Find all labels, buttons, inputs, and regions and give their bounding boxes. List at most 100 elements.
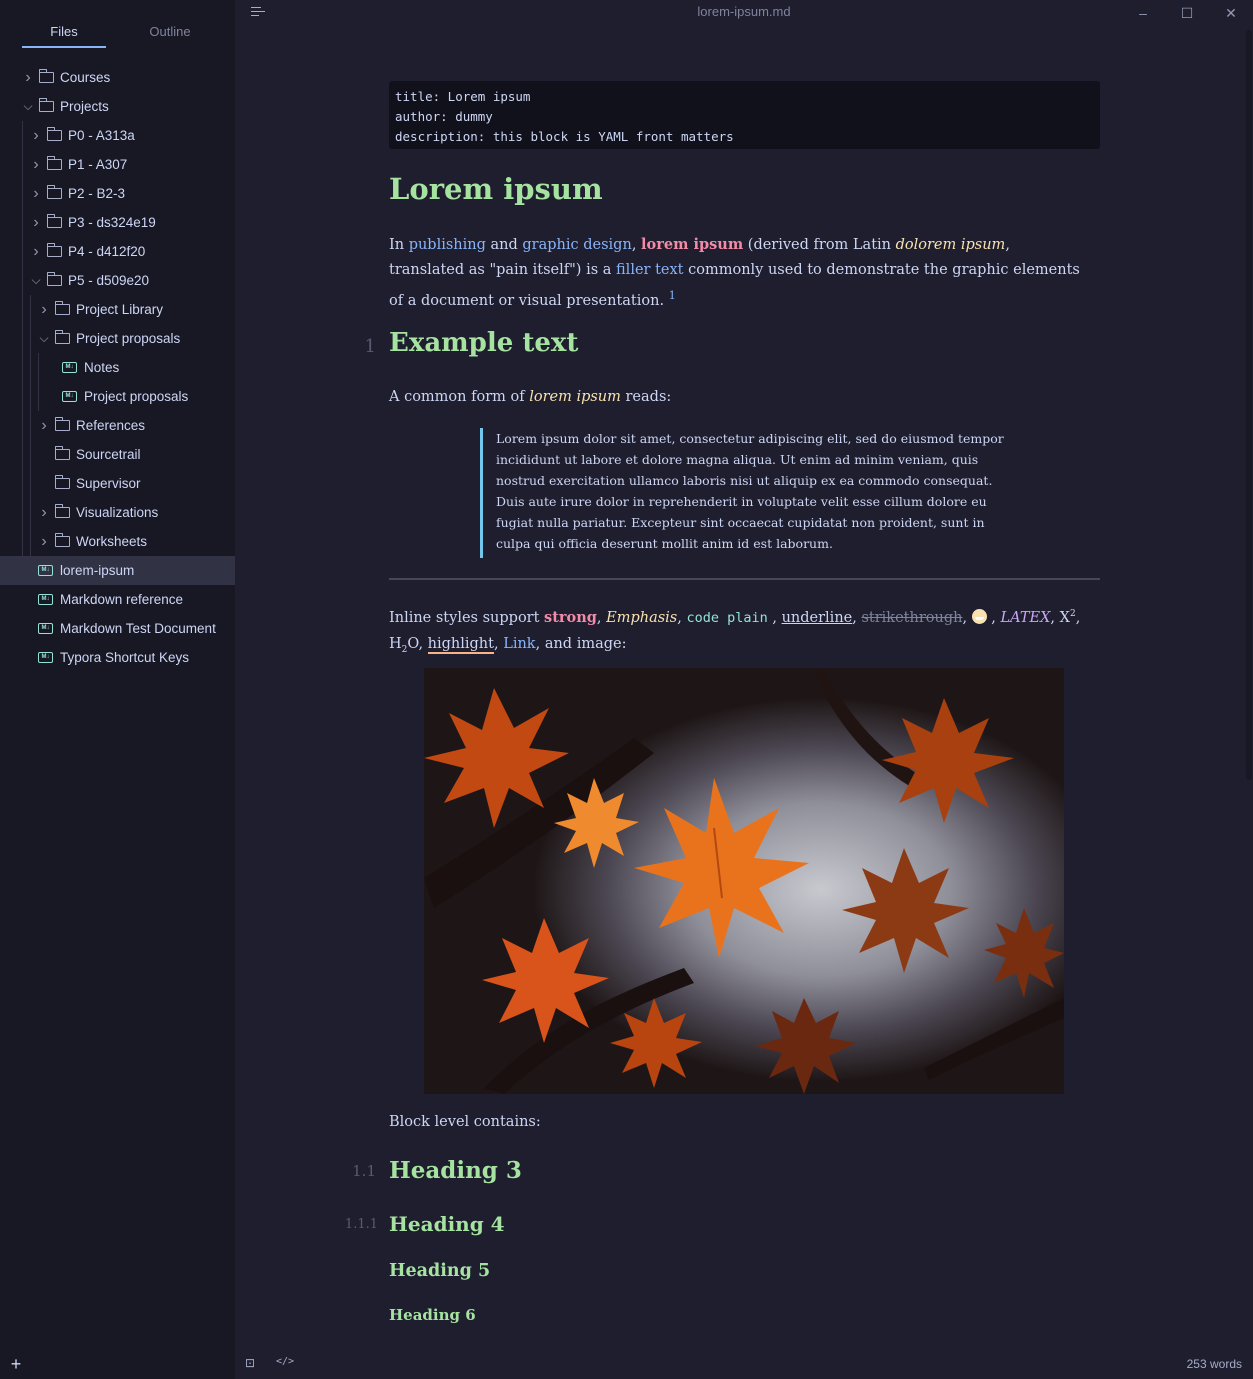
tree-item-label: Courses <box>60 70 111 85</box>
tree-item-label: P3 - ds324e19 <box>68 215 156 230</box>
chevron-right-icon[interactable]: › <box>22 63 34 92</box>
chevron-right-icon[interactable]: › <box>30 208 42 237</box>
tree-item-label: Project proposals <box>84 389 189 404</box>
tree-item-label: P2 - B2-3 <box>68 186 126 201</box>
heading-2[interactable]: Example text <box>389 328 578 358</box>
folder-icon <box>46 243 62 257</box>
tree-item-label: Sourcetrail <box>76 447 141 462</box>
tree-folder[interactable]: ⌵ Projects <box>0 92 235 121</box>
emphasis-text: Emphasis <box>606 609 678 626</box>
source-code-icon[interactable]: </> <box>276 1356 294 1370</box>
common-form-paragraph[interactable]: A common form of lorem ipsum reads: <box>389 385 1089 410</box>
folder-icon <box>46 127 62 141</box>
heading-4[interactable]: Heading 4 <box>389 1212 505 1236</box>
maple-leaves-illustration <box>424 668 1064 1094</box>
add-file-button[interactable]: + <box>9 1354 23 1374</box>
indent-guide <box>38 353 39 411</box>
link-graphic-design[interactable]: graphic design <box>522 237 631 253</box>
sidebar-toggle-icon[interactable]: ⊡ <box>245 1356 261 1370</box>
highlight-text: highlight <box>427 635 494 654</box>
heading-3[interactable]: Heading 3 <box>389 1157 522 1184</box>
file-tree: › Courses ⌵ Projects › P0 - A313a › P1 - A307 › P… <box>0 63 235 672</box>
inline-styles-paragraph[interactable]: Inline styles support strong, Emphasis, … <box>389 601 1100 663</box>
tree-folder[interactable]: ⌵ P5 - d509e20 <box>0 266 235 295</box>
chevron-right-icon[interactable]: › <box>38 295 50 324</box>
tree-item-label: Markdown Test Document <box>60 621 216 636</box>
window-title: lorem-ipsum.md <box>697 4 791 19</box>
tab-files[interactable]: Files <box>22 18 106 48</box>
tree-folder[interactable]: › P1 - A307 <box>0 150 235 179</box>
tree-folder[interactable]: Supervisor <box>0 469 235 498</box>
tree-folder[interactable]: Sourcetrail <box>0 440 235 469</box>
tree-file[interactable]: M↓ Typora Shortcut Keys <box>0 643 235 672</box>
tree-folder[interactable]: › Visualizations <box>0 498 235 527</box>
tree-folder[interactable]: › References <box>0 411 235 440</box>
tab-outline[interactable]: Outline <box>128 18 212 48</box>
heading-5[interactable]: Heading 5 <box>389 1261 490 1281</box>
tree-file[interactable]: M↓ Markdown reference <box>0 585 235 614</box>
markdown-file-icon: M↓ <box>62 391 77 402</box>
chevron-right-icon[interactable]: › <box>30 121 42 150</box>
heading-6[interactable]: Heading 6 <box>389 1306 476 1324</box>
link-publishing[interactable]: publishing <box>409 237 486 253</box>
minimize-button[interactable]: – <box>1131 2 1155 24</box>
text: and <box>485 237 523 253</box>
autumn-leaves-image[interactable] <box>424 668 1064 1094</box>
tree-item-label: P4 - d412f20 <box>68 244 146 259</box>
tree-item-label: Visualizations <box>76 505 159 520</box>
tree-folder[interactable]: ⌵ Project proposals <box>0 324 235 353</box>
tree-folder[interactable]: › Project Library <box>0 295 235 324</box>
tree-item-label: lorem-ipsum <box>60 563 135 578</box>
chevron-down-icon[interactable]: ⌵ <box>30 266 42 295</box>
tree-folder[interactable]: › P0 - A313a <box>0 121 235 150</box>
tree-folder[interactable]: › P3 - ds324e19 <box>0 208 235 237</box>
underline-text: underline <box>781 609 853 626</box>
tree-folder[interactable]: › Courses <box>0 63 235 92</box>
heading-1[interactable]: Lorem ipsum <box>389 172 603 206</box>
chevron-right-icon[interactable]: › <box>38 498 50 527</box>
tree-folder[interactable]: › Worksheets <box>0 527 235 556</box>
intro-paragraph[interactable]: In publishing and graphic design, lorem … <box>389 232 1089 314</box>
yaml-line: author: dummy <box>395 109 493 124</box>
chevron-right-icon[interactable]: › <box>38 411 50 440</box>
footnote-ref[interactable]: 1 <box>669 289 676 302</box>
tree-folder[interactable]: › P4 - d412f20 <box>0 237 235 266</box>
chevron-right-icon[interactable]: › <box>30 150 42 179</box>
chevron-right-icon[interactable]: › <box>38 527 50 556</box>
tree-item-label: Supervisor <box>76 476 141 491</box>
blockquote-text: Lorem ipsum dolor sit amet, consectetur … <box>496 431 1004 551</box>
folder-icon <box>54 417 70 431</box>
chevron-right-icon[interactable]: › <box>30 237 42 266</box>
block-level-paragraph[interactable]: Block level contains: <box>389 1110 1089 1135</box>
tree-item-label: P0 - A313a <box>68 128 135 143</box>
chevron-down-icon[interactable]: ⌵ <box>38 324 50 353</box>
menu-icon[interactable] <box>251 6 265 18</box>
folder-icon <box>54 301 70 315</box>
grinning-emoji-icon <box>971 608 987 624</box>
tree-file[interactable]: M↓ Notes <box>0 353 235 382</box>
tree-item-label: Project Library <box>76 302 164 317</box>
close-button[interactable]: ✕ <box>1219 2 1243 24</box>
markdown-file-icon: M↓ <box>38 623 53 634</box>
text: reads: <box>620 389 672 405</box>
tree-file[interactable]: M↓ lorem-ipsum <box>0 556 235 585</box>
scrollbar[interactable] <box>1246 30 1252 780</box>
blockquote[interactable]: Lorem ipsum dolor sit amet, consectetur … <box>480 428 1010 558</box>
link-filler-text[interactable]: filler text <box>616 262 683 278</box>
word-count[interactable]: 253 words <box>1180 1357 1242 1371</box>
tree-file[interactable]: M↓ Markdown Test Document <box>0 614 235 643</box>
folder-icon <box>54 446 70 460</box>
text: H <box>389 635 402 652</box>
text: (derived from Latin <box>743 237 896 253</box>
folder-icon <box>54 504 70 518</box>
text: , and image: <box>535 635 627 652</box>
chevron-right-icon[interactable]: › <box>30 179 42 208</box>
inline-link[interactable]: Link <box>503 636 535 652</box>
chevron-down-icon[interactable]: ⌵ <box>22 92 34 121</box>
latex-math[interactable]: LATEX <box>1001 610 1051 626</box>
tree-folder[interactable]: › P2 - B2-3 <box>0 179 235 208</box>
yaml-front-matter[interactable]: title: Lorem ipsum author: dummy descrip… <box>389 81 1100 149</box>
tree-file[interactable]: M↓ Project proposals <box>0 382 235 411</box>
maximize-button[interactable]: ☐ <box>1175 2 1199 24</box>
subscript-expr: H2O <box>389 635 418 655</box>
